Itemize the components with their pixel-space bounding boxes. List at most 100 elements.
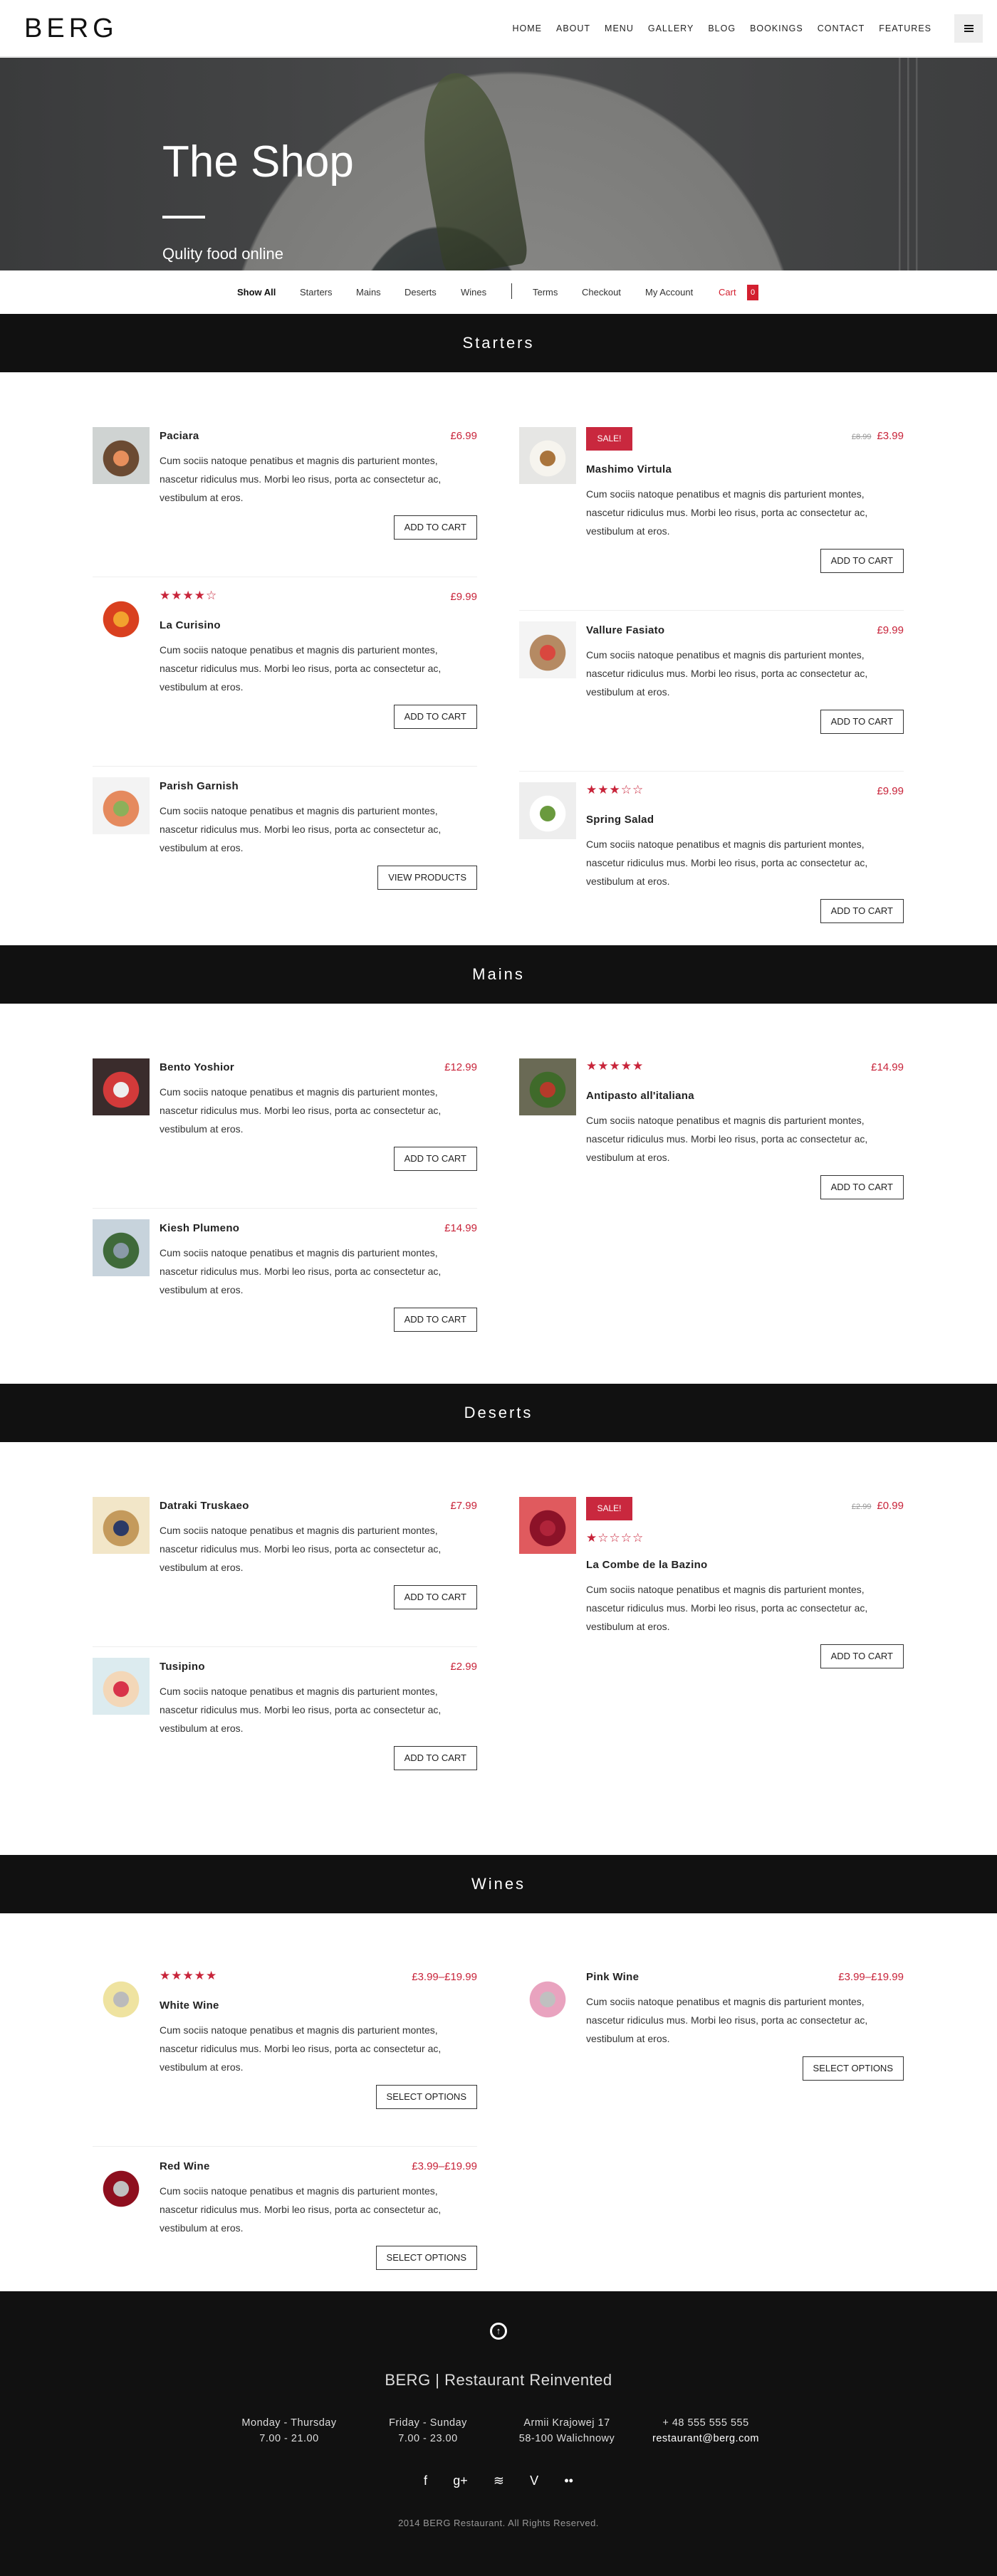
star-empty-icon: ☆: [206, 589, 218, 602]
product-image[interactable]: [93, 588, 150, 645]
nav-home[interactable]: HOME: [512, 21, 542, 36]
add-to-cart-button[interactable]: ADD TO CART: [820, 549, 904, 573]
nav-menu[interactable]: MENU: [605, 21, 634, 36]
google-plus-icon[interactable]: g+: [453, 2474, 468, 2488]
product-column: SALE! £8.99 £3.99 Mashimo Virtula Cum sociis…: [519, 427, 904, 960]
select-options-button[interactable]: SELECT OPTIONS: [375, 2246, 477, 2270]
add-to-cart-button[interactable]: ADD TO CART: [820, 710, 904, 734]
link-checkout[interactable]: Checkout: [582, 286, 621, 299]
nav-gallery[interactable]: GALLERY: [648, 21, 694, 36]
product-image[interactable]: [93, 1058, 150, 1115]
add-to-cart-button[interactable]: ADD TO CART: [820, 1644, 904, 1668]
spotify-icon[interactable]: ≋: [494, 2474, 504, 2488]
select-options-button[interactable]: SELECT OPTIONS: [375, 2085, 477, 2109]
select-options-button[interactable]: SELECT OPTIONS: [802, 2056, 904, 2081]
vine-icon[interactable]: V: [530, 2474, 538, 2488]
product-image[interactable]: [519, 1968, 576, 2025]
nav-contact[interactable]: CONTACT: [818, 21, 865, 36]
product-item: ★★★☆☆ £9.99 Spring Salad Cum sociis natoque…: [519, 772, 904, 960]
product-item: Paciara £6.99 Cum sociis natoque penatibus…: [93, 427, 477, 577]
link-my-account[interactable]: My Account: [645, 286, 693, 299]
filter-wines[interactable]: Wines: [461, 286, 486, 299]
product-image[interactable]: [93, 2157, 150, 2214]
nav-bookings[interactable]: BOOKINGS: [750, 21, 803, 36]
flickr-icon[interactable]: ••: [564, 2474, 573, 2488]
filter-deserts[interactable]: Deserts: [404, 286, 437, 299]
nav-blog[interactable]: BLOG: [708, 21, 736, 36]
star-filled-icon: ★: [609, 783, 621, 797]
product-price: £9.99: [877, 621, 904, 640]
product-title[interactable]: Pink Wine: [586, 1968, 639, 1987]
product-price: £14.99: [871, 1058, 904, 1077]
product-image[interactable]: [93, 1968, 150, 2025]
filter-starters[interactable]: Starters: [300, 286, 333, 299]
address: Armii Krajowej 17 58-100 Walichnowy: [496, 2415, 638, 2446]
filter-mains[interactable]: Mains: [356, 286, 381, 299]
current-price: £14.99: [444, 1222, 477, 1234]
product-image[interactable]: [93, 1658, 150, 1715]
add-to-cart-button[interactable]: ADD TO CART: [393, 1308, 477, 1332]
scroll-top-icon[interactable]: ↑: [490, 2323, 507, 2340]
product-title[interactable]: Tusipino: [160, 1658, 205, 1676]
add-to-cart-button[interactable]: ADD TO CART: [393, 1147, 477, 1171]
product-column: Pink Wine £3.99–£19.99 Cum sociis natoque …: [519, 1968, 904, 2118]
hours-weekend: Friday - Sunday 7.00 - 23.00: [357, 2415, 499, 2446]
product-title[interactable]: Parish Garnish: [160, 777, 239, 796]
product-image[interactable]: [519, 427, 576, 484]
product-description: Cum sociis natoque penatibus et magnis d…: [160, 1086, 442, 1135]
add-to-cart-button[interactable]: ADD TO CART: [820, 899, 904, 923]
section-header-mains: Mains: [0, 945, 997, 1004]
star-empty-icon: ☆: [620, 1531, 632, 1545]
menu-button[interactable]: [954, 14, 983, 43]
product-title[interactable]: Antipasto all'italiana: [586, 1087, 904, 1105]
nav-features[interactable]: FEATURES: [879, 21, 931, 36]
shop-filter-bar: Show All Starters Mains Deserts Wines Te…: [0, 270, 997, 314]
add-to-cart-button[interactable]: ADD TO CART: [393, 515, 477, 540]
product-image[interactable]: [519, 1058, 576, 1115]
add-to-cart-button[interactable]: ADD TO CART: [393, 1585, 477, 1609]
current-price: £3.99–£19.99: [412, 1971, 477, 1983]
add-to-cart-button[interactable]: ADD TO CART: [393, 705, 477, 729]
product-price: £2.99 £0.99: [852, 1497, 904, 1516]
cart-count-badge: 0: [747, 285, 758, 300]
star-filled-icon: ★: [171, 589, 183, 602]
product-title[interactable]: White Wine: [160, 1997, 477, 2015]
link-cart[interactable]: Cart: [719, 286, 736, 299]
product-title[interactable]: Mashimo Virtula: [586, 461, 904, 479]
product-title[interactable]: Bento Yoshior: [160, 1058, 234, 1077]
product-title[interactable]: Datraki Truskaeo: [160, 1497, 249, 1515]
logo[interactable]: BERG: [24, 13, 118, 44]
star-filled-icon: ★: [182, 589, 194, 602]
hours-value: 7.00 - 21.00: [259, 2433, 319, 2444]
product-image[interactable]: [93, 1219, 150, 1276]
product-item: Red Wine £3.99–£19.99 Cum sociis natoque p…: [93, 2147, 477, 2307]
star-rating: ★☆☆☆☆: [586, 1530, 904, 1546]
product-image[interactable]: [519, 621, 576, 678]
product-image[interactable]: [93, 427, 150, 484]
product-title[interactable]: La Curisino: [160, 616, 477, 635]
nav-about[interactable]: ABOUT: [556, 21, 590, 36]
product-title[interactable]: La Combe de la Bazino: [586, 1556, 904, 1574]
product-title[interactable]: Red Wine: [160, 2157, 210, 2176]
email-link[interactable]: restaurant@berg.com: [635, 2431, 777, 2446]
view-products-button[interactable]: VIEW PRODUCTS: [377, 866, 477, 890]
product-image[interactable]: [93, 1497, 150, 1554]
old-price: £2.99: [851, 1503, 872, 1511]
product-title[interactable]: Paciara: [160, 427, 199, 446]
current-price: £12.99: [444, 1061, 477, 1073]
facebook-icon[interactable]: f: [424, 2474, 427, 2488]
product-image[interactable]: [519, 782, 576, 839]
product-title[interactable]: Spring Salad: [586, 811, 904, 829]
add-to-cart-button[interactable]: ADD TO CART: [820, 1175, 904, 1199]
product-item: ★★★★★ £3.99–£19.99 White Wine Cum sociis na…: [93, 1968, 477, 2147]
product-description: Cum sociis natoque penatibus et magnis d…: [586, 1584, 868, 1632]
add-to-cart-button[interactable]: ADD TO CART: [393, 1746, 477, 1770]
product-image[interactable]: [519, 1497, 576, 1554]
product-image[interactable]: [93, 777, 150, 834]
star-filled-icon: ★: [609, 1059, 621, 1073]
product-price: £12.99: [444, 1058, 477, 1077]
filter-show-all[interactable]: Show All: [237, 286, 276, 299]
link-terms[interactable]: Terms: [533, 286, 558, 299]
product-title[interactable]: Vallure Fasiato: [586, 621, 664, 640]
product-title[interactable]: Kiesh Plumeno: [160, 1219, 239, 1238]
